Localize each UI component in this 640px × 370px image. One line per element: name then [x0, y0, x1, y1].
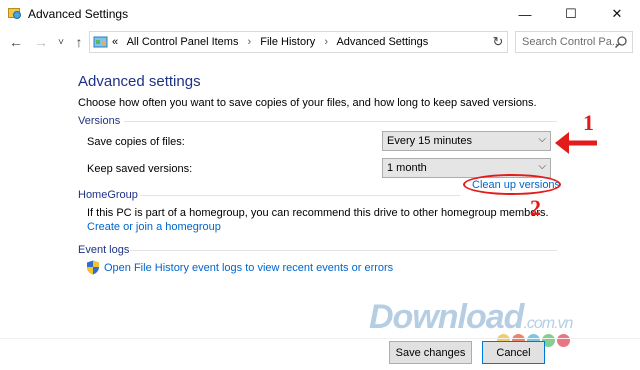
section-title-event-logs: Event logs [78, 244, 130, 256]
footer-divider [0, 338, 640, 339]
watermark-logo: Download.com.vn [369, 298, 573, 337]
keep-versions-value: 1 month [387, 162, 427, 174]
maximize-button[interactable]: ☐ [548, 0, 594, 28]
recent-locations-icon[interactable]: ˅ [52, 33, 70, 51]
section-title-homegroup: HomeGroup [78, 189, 138, 201]
page-title: Advanced settings [78, 73, 201, 90]
section-divider [130, 250, 557, 251]
breadcrumb-separator-icon: › [247, 36, 252, 48]
annotation-arrow-icon [555, 132, 597, 154]
page-description: Choose how often you want to save copies… [78, 97, 537, 109]
annotation-number-2: 2 [530, 195, 541, 220]
breadcrumb-all-control-panel-items[interactable]: All Control Panel Items [127, 36, 239, 48]
save-copies-label: Save copies of files: [87, 136, 185, 148]
breadcrumb-separator-icon: › [324, 36, 329, 48]
shield-icon [87, 260, 99, 275]
watermark-brand: Download [369, 298, 524, 336]
window-title: Advanced Settings [28, 7, 129, 21]
file-history-icon [8, 8, 21, 19]
minimize-button[interactable]: — [502, 0, 548, 28]
address-bar[interactable]: « All Control Panel Items › File History… [89, 31, 557, 53]
annotation-circle [463, 174, 561, 195]
watermark-domain: .com.vn [523, 315, 573, 332]
save-copies-dropdown[interactable]: Every 15 minutes ⌵ [382, 131, 551, 151]
search-input[interactable]: Search Control Pa... [515, 31, 633, 53]
save-copies-value: Every 15 minutes [387, 135, 472, 147]
refresh-icon[interactable]: ↻ [489, 33, 507, 51]
search-icon [614, 36, 627, 49]
keep-versions-label: Keep saved versions: [87, 163, 193, 175]
save-changes-button[interactable]: Save changes [389, 341, 472, 364]
homegroup-description: If this PC is part of a homegroup, you c… [87, 207, 549, 219]
close-button[interactable]: ✕ [594, 0, 640, 28]
watermark-dot [557, 334, 570, 347]
breadcrumb-overflow-icon[interactable]: « [112, 36, 118, 48]
navigation-bar: ← → ˅ ↑ « All Control Panel Items › File… [0, 28, 640, 58]
control-panel-icon [93, 36, 108, 48]
cancel-button[interactable]: Cancel [482, 341, 545, 364]
breadcrumb-file-history[interactable]: File History [260, 36, 315, 48]
chevron-down-icon: ⌵ [538, 161, 546, 172]
section-title-versions: Versions [78, 115, 121, 127]
forward-arrow-icon[interactable]: → [32, 33, 50, 51]
back-arrow-icon[interactable]: ← [7, 33, 25, 51]
create-homegroup-link[interactable]: Create or join a homegroup [87, 221, 221, 233]
breadcrumb: « All Control Panel Items › File History… [112, 36, 434, 48]
section-divider [140, 195, 460, 196]
chevron-down-icon: ⌵ [538, 134, 546, 145]
breadcrumb-advanced-settings[interactable]: Advanced Settings [336, 36, 428, 48]
up-arrow-icon[interactable]: ↑ [70, 33, 88, 51]
title-bar: Advanced Settings — ☐ ✕ [0, 0, 640, 28]
section-divider [124, 121, 557, 122]
search-placeholder: Search Control Pa... [522, 36, 622, 48]
event-logs-link[interactable]: Open File History event logs to view rec… [104, 262, 393, 274]
